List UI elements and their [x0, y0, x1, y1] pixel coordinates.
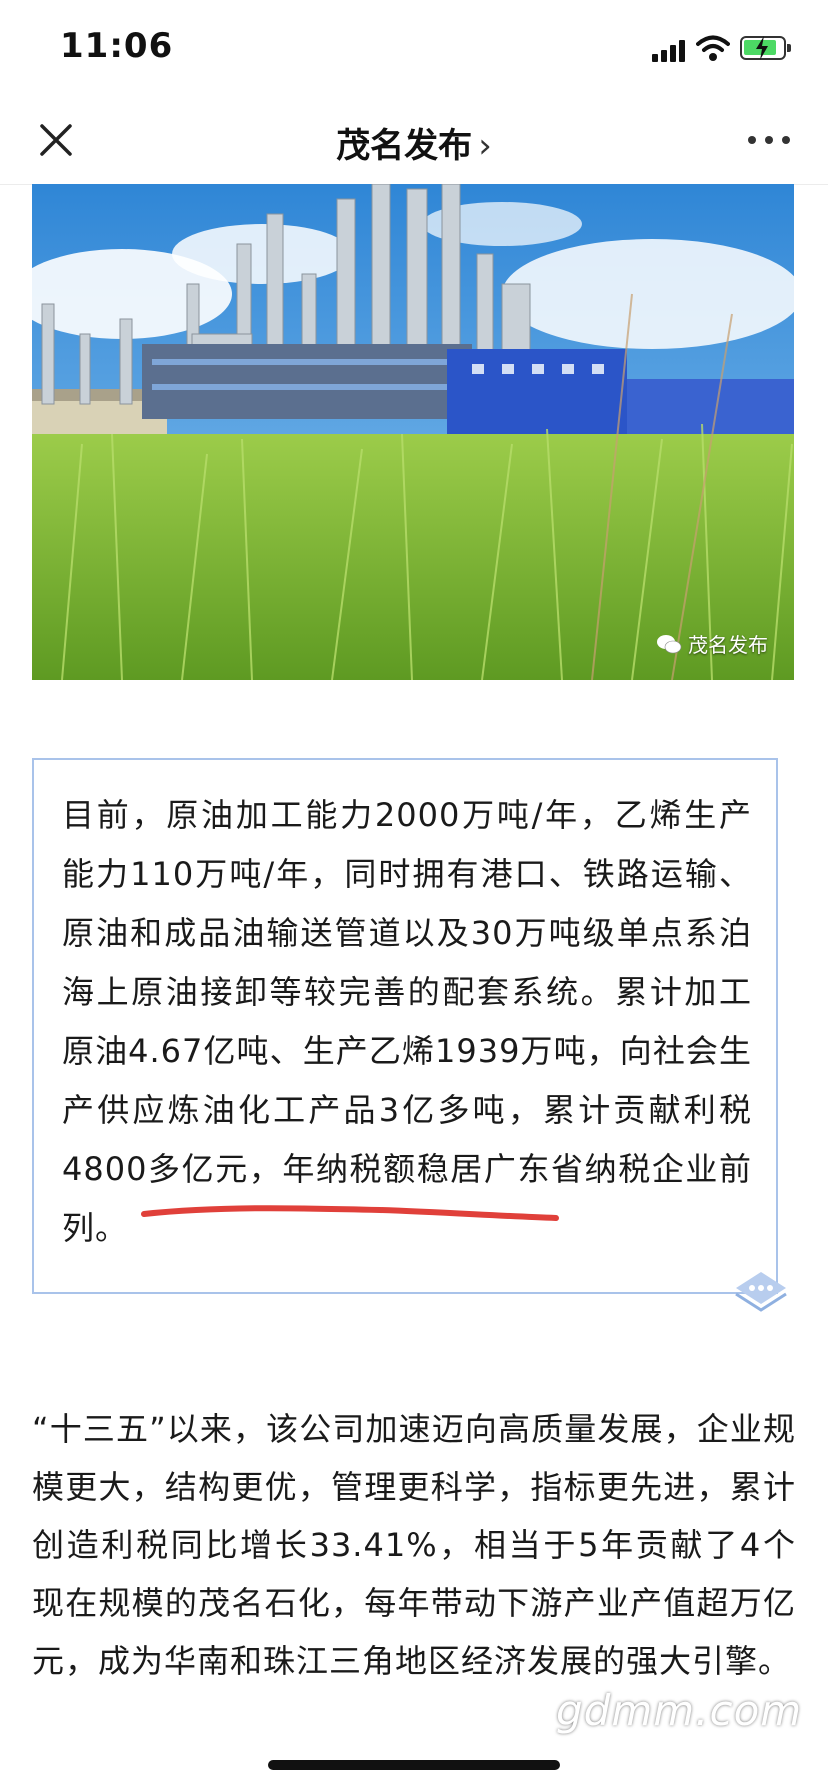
- quote-text: 目前，原油加工能力2000万吨/年，乙烯生产能力110万吨/年，同时拥有港口、铁…: [62, 796, 752, 1247]
- red-underline-mark: [141, 1205, 559, 1221]
- nav-bar: 茂名发布 ›: [0, 96, 828, 185]
- article-paragraph: “十三五”以来，该公司加速迈向高质量发展，企业规模更大，结构更优，管理更科学，指…: [32, 1410, 796, 1680]
- petrochemical-plant-photo: [32, 184, 794, 680]
- hero-image: 茂名发布: [32, 184, 794, 680]
- home-indicator[interactable]: [268, 1760, 560, 1770]
- nav-title-text: 茂名发布: [336, 126, 473, 166]
- quote-box-corner-icon: [735, 1272, 787, 1312]
- wifi-icon: [696, 35, 730, 61]
- chevron-right-icon: ›: [478, 126, 492, 166]
- status-bar: 11:06: [0, 0, 828, 96]
- account-title-link[interactable]: 茂名发布 ›: [0, 118, 828, 167]
- battery-charging-icon: [740, 36, 791, 60]
- cellular-signal-icon: [652, 38, 688, 62]
- more-options-icon[interactable]: [746, 126, 792, 154]
- site-watermark: gdmm.com: [556, 1686, 803, 1735]
- image-watermark: 茂名发布: [656, 629, 768, 658]
- wechat-icon: [657, 634, 682, 653]
- status-time: 11:06: [60, 26, 174, 66]
- image-watermark-text: 茂名发布: [688, 633, 768, 657]
